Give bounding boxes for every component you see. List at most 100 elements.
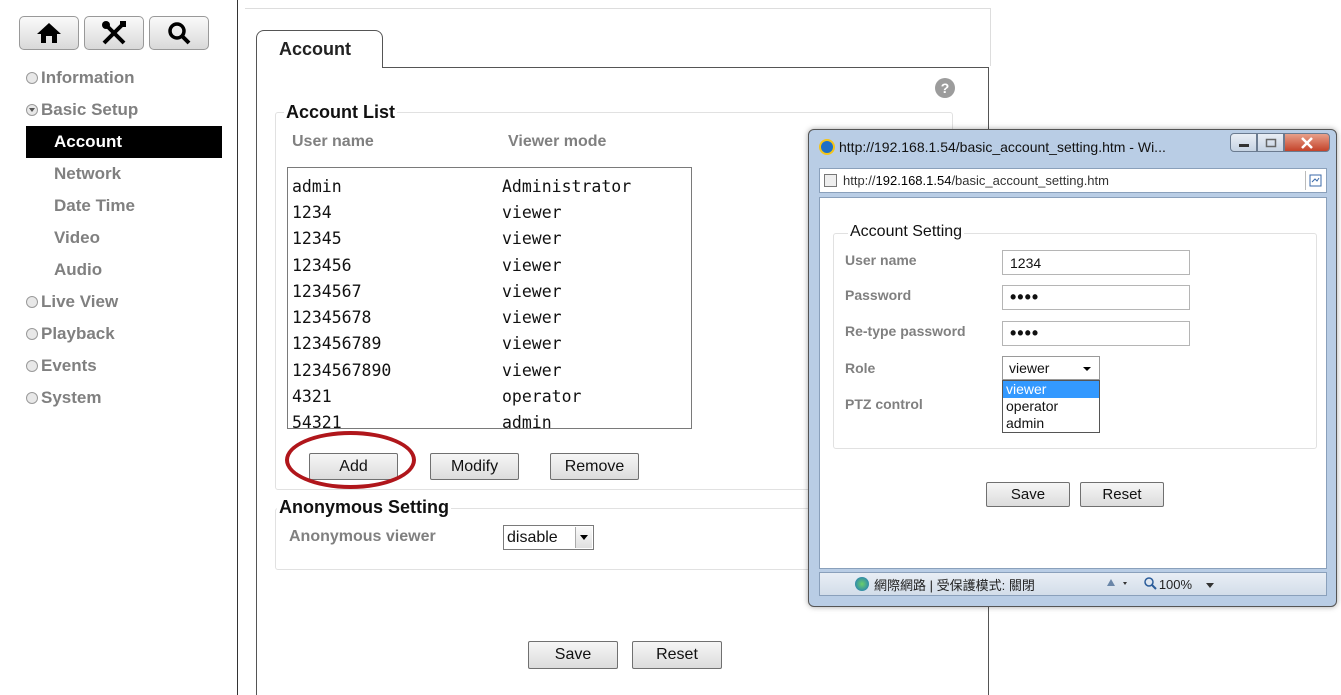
viewer-mode: viewer [502,360,562,380]
status-bar: 網際網路 | 受保護模式: 關閉 100% [819,572,1327,596]
home-button[interactable] [19,16,79,50]
nav-item-label: Playback [41,324,115,343]
zoom-dropdown-icon[interactable] [1206,577,1215,592]
minimize-button[interactable] [1230,133,1257,152]
anonymous-viewer-value: disable [507,528,558,546]
anonymous-setting-title: Anonymous Setting [277,497,451,518]
dropdown-arrow-icon [1083,367,1091,371]
account-list-title: Account List [284,102,398,123]
compatibility-view-icon[interactable] [1305,171,1324,190]
address-bar[interactable]: http://192.168.1.54/basic_account_settin… [819,168,1327,193]
viewer-mode: viewer [502,334,562,354]
tab-account[interactable]: Account [256,30,383,68]
highlight-circle [285,431,416,489]
reset-button[interactable]: Reset [632,641,722,669]
user-name: admin [292,176,342,196]
nav-item-events[interactable]: Events [26,350,222,382]
password-value: •••• [1010,287,1040,307]
nav-sub-item-audio[interactable]: Audio [26,254,222,286]
close-button[interactable] [1284,133,1330,152]
nav-item-playback[interactable]: Playback [26,318,222,350]
user-name-value: 1234 [1010,254,1042,271]
list-item[interactable]: 1234567 viewer [292,278,687,304]
nav-sub-item-label: Date Time [54,196,135,215]
popup-title: http://192.168.1.54/basic_account_settin… [839,139,1166,155]
list-item[interactable]: 123456789 viewer [292,331,687,357]
nav-item-basic-setup[interactable]: Basic Setup [26,94,222,126]
password-label: Password [845,287,912,303]
save-button[interactable]: Save [528,641,618,669]
nav-sub-item-label: Account [54,132,122,151]
user-name-field[interactable]: 1234 [1002,250,1190,275]
bullet-icon [26,72,38,84]
retype-password-value: •••• [1010,323,1040,343]
popup-reset-button[interactable]: Reset [1080,482,1164,507]
list-item[interactable]: 12345678 viewer [292,304,687,330]
nav-sub-item-network[interactable]: Network [26,158,222,190]
user-name: 4321 [292,387,332,407]
tools-button[interactable] [84,16,144,50]
anonymous-viewer-select[interactable]: disable [503,525,594,550]
nav-item-information[interactable]: Information [26,62,222,94]
sidebar-divider [237,0,238,695]
viewer-mode: viewer [502,255,562,275]
security-icon[interactable] [1105,576,1133,593]
expanded-bullet-icon [26,104,38,116]
nav-sub-item-label: Audio [54,260,103,279]
account-setting-title: Account Setting [848,223,965,241]
role-option-admin[interactable]: admin [1003,415,1099,432]
user-name: 1234567890 [292,360,392,380]
list-item[interactable]: 12345 viewer [292,226,687,252]
role-option-operator[interactable]: operator [1003,398,1099,415]
dropdown-arrow-icon [575,527,592,548]
page-icon [824,174,837,187]
search-icon [168,22,191,45]
nav-item-system[interactable]: System [26,382,222,414]
bullet-icon [26,328,38,340]
password-field[interactable]: •••• [1002,285,1190,310]
role-value: viewer [1009,360,1050,376]
user-name: 123456 [292,255,352,275]
nav-item-label: Live View [41,292,119,311]
window-controls [1230,133,1330,152]
close-icon [1301,136,1313,149]
list-item[interactable]: 1234 viewer [292,199,687,225]
role-select[interactable]: viewer [1002,356,1100,380]
help-icon[interactable]: ? [935,78,955,98]
list-item[interactable]: admin Administrator [292,173,687,199]
ptz-control-label: PTZ control [845,396,923,412]
modify-button[interactable]: Modify [430,453,519,480]
nav-sub-item-account[interactable]: Account [26,126,222,158]
viewer-mode: admin [502,413,552,433]
sidebar-nav: Information Basic Setup Account Network … [26,62,222,414]
popup-save-button[interactable]: Save [986,482,1070,507]
remove-button[interactable]: Remove [550,453,639,480]
nav-sub-item-label: Network [54,164,122,183]
user-name: 12345 [292,229,342,249]
address-host: 192.168.1.54 [875,173,952,188]
maximize-button[interactable] [1257,133,1284,152]
column-header-viewer-mode: Viewer mode [508,133,607,150]
nav-item-label: Information [41,68,135,87]
viewer-mode: Administrator [502,176,632,196]
popup-content: Account Setting User name 1234 Password … [819,197,1327,569]
role-option-viewer[interactable]: viewer [1003,381,1099,398]
account-listbox[interactable]: admin Administrator 1234 viewer 12345 viewe… [287,167,692,433]
nav-sub-item-date-time[interactable]: Date Time [26,190,222,222]
viewer-mode: operator [502,387,582,407]
anonymous-viewer-label: Anonymous viewer [289,528,436,545]
viewer-mode: viewer [502,281,562,301]
role-dropdown-list[interactable]: viewer operator admin [1002,380,1100,433]
retype-password-field[interactable]: •••• [1002,321,1190,346]
search-button[interactable] [149,16,209,50]
nav-item-label: System [41,388,102,407]
list-item[interactable]: 4321 operator [292,383,687,409]
panel-border-left [256,67,257,695]
nav-item-live-view[interactable]: Live View [26,286,222,318]
user-name: 123456789 [292,334,382,354]
minimize-icon [1238,143,1249,147]
list-item[interactable]: 123456 viewer [292,252,687,278]
nav-sub-item-video[interactable]: Video [26,222,222,254]
zoom-level[interactable]: 100% [1159,577,1192,592]
list-item[interactable]: 1234567890 viewer [292,357,687,383]
